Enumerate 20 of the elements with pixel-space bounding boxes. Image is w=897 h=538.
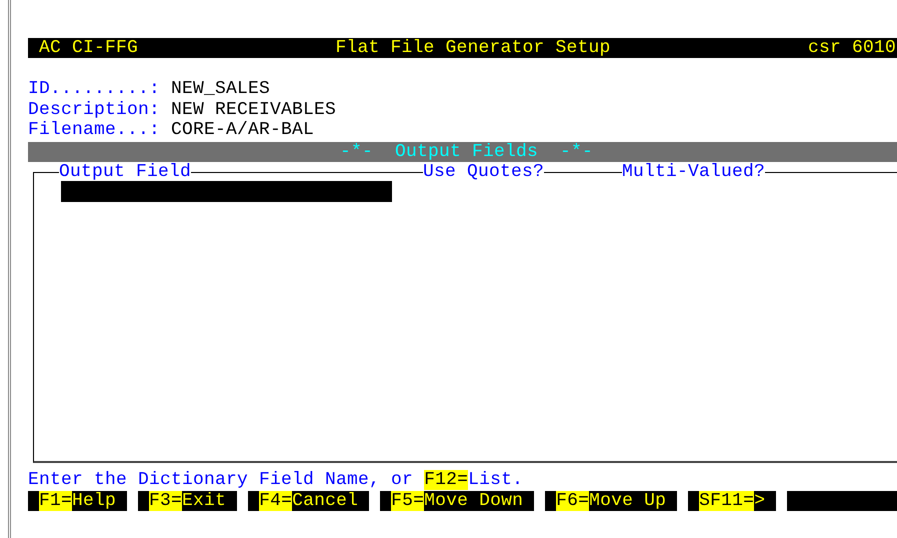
field-label: ID.........: [28, 79, 160, 100]
function-key-button[interactable]: F4=Cancel [248, 490, 370, 510]
system-code: AC CI-FFG [39, 38, 138, 58]
function-key-button[interactable]: SF11=> [688, 490, 776, 510]
field-label: Filename...: [28, 120, 160, 140]
prompt-text: Enter the Dictionary Field Name, or F12=List. [28, 470, 524, 490]
column-header: Use Quotes? [423, 162, 544, 182]
screen-code: csr 6010 [808, 38, 896, 58]
function-key-button[interactable]: F5=Move Down [380, 490, 534, 510]
section-title: -*- Output Fields -*- [340, 142, 594, 162]
screen-title: Flat File Generator Setup [335, 38, 611, 58]
input-field[interactable] [61, 180, 392, 202]
function-key-button[interactable]: F1=Help [28, 490, 128, 510]
function-key-button[interactable]: F6=Move Up [545, 490, 678, 510]
field-value: NEW_SALES [171, 79, 270, 100]
column-header: Output Field [59, 162, 192, 182]
field-value: NEW RECEIVABLES [171, 100, 336, 120]
field-label: Description: [28, 100, 160, 120]
function-key-button[interactable]: F3=Exit [138, 490, 238, 510]
field-value: CORE-A/AR-BAL [171, 120, 314, 140]
